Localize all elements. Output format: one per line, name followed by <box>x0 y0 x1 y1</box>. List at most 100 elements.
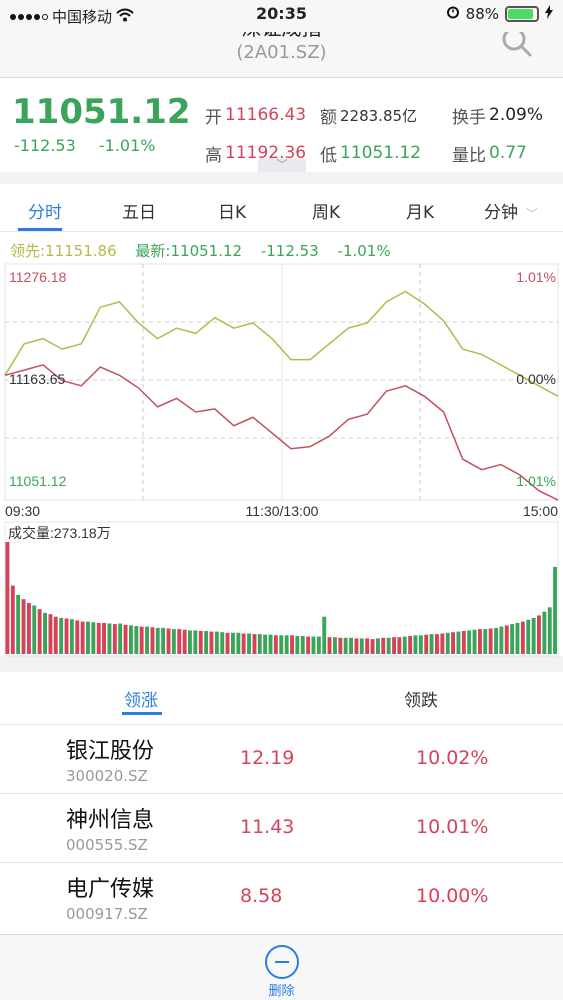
volume-bar <box>64 618 69 654</box>
y-label-bottom: 11051.12 <box>9 473 67 489</box>
delete-icon[interactable] <box>265 945 299 979</box>
legend-change-pct: -1.01% <box>337 242 391 260</box>
volume-bar <box>311 636 316 654</box>
tab-weekly-k[interactable]: 周K <box>312 198 340 223</box>
volume-bar <box>284 635 289 654</box>
tab-monthly-k[interactable]: 月K <box>406 198 434 223</box>
volume-bar <box>418 635 423 654</box>
volume-bar <box>376 638 380 654</box>
stock-code: 300020.SZ <box>66 767 148 785</box>
volume-bar <box>445 632 450 654</box>
volume-bar <box>370 639 375 654</box>
volume-bar <box>488 628 493 654</box>
tab-top-losers[interactable]: 领跌 <box>404 686 438 711</box>
index-code: (2A01.SZ) <box>236 42 327 63</box>
volume-bar <box>107 623 112 654</box>
volume-bar <box>494 627 498 654</box>
tab-intraday[interactable]: 分时 <box>28 198 62 223</box>
volume-ratio-value: 0.77 <box>489 143 527 163</box>
volume-bar <box>118 623 123 654</box>
volume-bar <box>231 632 235 654</box>
list-item[interactable]: 银江股份 300020.SZ 12.19 10.02% <box>0 724 563 793</box>
volume-bar <box>214 631 219 654</box>
volume-bar <box>112 624 117 654</box>
delete-button-label[interactable]: 删除 <box>0 980 563 999</box>
quote-stats: 开 11166.43 额 2283.85亿 换手 2.09% 高 11192.3… <box>205 96 543 172</box>
volume-bar <box>381 637 386 654</box>
volume-bar <box>467 630 472 654</box>
list-item[interactable]: 神州信息 000555.SZ 11.43 10.01% <box>0 793 563 862</box>
volume-bar <box>526 619 531 654</box>
volume-bar <box>435 634 439 654</box>
volume-bar <box>268 634 273 654</box>
volume-bar <box>413 635 418 654</box>
amount-label: 额 <box>320 107 337 128</box>
volume-bar <box>241 633 246 654</box>
volume-bar <box>91 622 96 654</box>
volume-bar <box>171 629 176 654</box>
volume-ratio-label: 量比 <box>452 145 486 166</box>
volume-bar <box>5 542 10 654</box>
intraday-chart[interactable]: 11276.18 11163.65 11051.12 1.01% 0.00% 1… <box>0 260 563 660</box>
volume-bar <box>456 631 461 654</box>
volume-bar <box>338 637 343 654</box>
legend-lead: 领先:11151.86 <box>10 242 117 260</box>
volume-bar <box>365 638 370 654</box>
tab-daily-k[interactable]: 日K <box>218 198 246 223</box>
pct-label-top: 1.01% <box>516 269 556 285</box>
expand-chevron-icon[interactable]: ﹀ <box>258 158 306 172</box>
change-percent: -1.01% <box>98 136 156 155</box>
volume-bar <box>10 585 15 654</box>
volume-bar <box>53 616 58 654</box>
volume-bar <box>316 636 321 654</box>
low-label: 低 <box>320 145 337 166</box>
volume-bar <box>354 638 359 654</box>
volume-bar <box>193 630 198 654</box>
volume-bar <box>359 638 364 654</box>
volume-bar <box>515 622 520 654</box>
volume-bar <box>504 625 509 654</box>
volume-bar <box>461 631 466 654</box>
volume-bar <box>188 630 192 654</box>
volume-bar <box>123 624 128 654</box>
volume-bar <box>166 628 171 654</box>
volume-bar <box>209 631 214 654</box>
battery-percent: 88% <box>465 5 499 23</box>
list-item[interactable]: 电广传媒 000917.SZ 8.58 10.00% <box>0 862 563 931</box>
volume-bar <box>327 637 332 654</box>
volume-bar <box>198 631 203 654</box>
list-tab-underline <box>122 712 162 715</box>
stock-name: 电广传媒 <box>66 877 155 902</box>
volume-bar <box>150 627 155 654</box>
volume-bar <box>236 632 241 654</box>
volume-bar <box>102 622 106 654</box>
volume-bar <box>510 624 515 654</box>
volume-bar <box>182 629 187 654</box>
volume-bar <box>531 617 536 654</box>
x-label-mid: 11:30/13:00 <box>246 503 319 519</box>
volume-bar <box>16 594 21 654</box>
legend-change: -112.53 <box>260 242 319 260</box>
volume-bar <box>86 621 90 654</box>
open-label: 开 <box>205 107 222 128</box>
stock-change-pct: 10.00% <box>416 885 489 907</box>
tab-top-gainers[interactable]: 领涨 <box>124 686 158 711</box>
volume-label: 成交量:273.18万 <box>8 525 111 541</box>
tab-minute[interactable]: 分钟 ﹀ <box>484 198 538 223</box>
volume-bar <box>134 626 139 654</box>
volume-bar <box>424 634 429 654</box>
pct-label-mid: 0.00% <box>516 371 556 387</box>
volume-bar <box>273 635 278 654</box>
tab-minute-label: 分钟 <box>484 203 518 223</box>
charging-icon <box>545 5 553 23</box>
active-tab-underline <box>18 228 62 231</box>
volume-bar <box>499 626 504 654</box>
volume-bar <box>145 626 149 654</box>
stock-name: 银江股份 <box>66 739 155 764</box>
stock-price: 8.58 <box>240 885 283 907</box>
pct-label-bottom: 1.01% <box>516 473 556 489</box>
low-value: 11051.12 <box>340 143 422 163</box>
tab-five-day[interactable]: 五日 <box>122 198 156 223</box>
volume-bar <box>96 622 101 654</box>
volume-bar <box>386 637 391 654</box>
